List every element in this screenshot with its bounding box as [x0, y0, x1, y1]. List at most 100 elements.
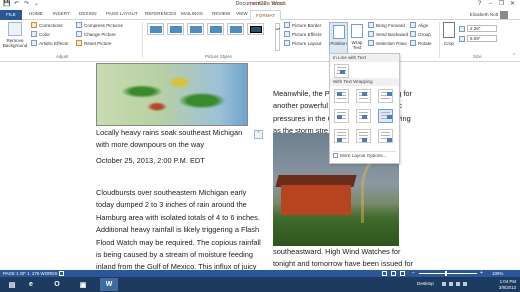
artistic-effects-icon [31, 40, 37, 46]
zoom-thumb[interactable] [445, 271, 447, 276]
tab-file[interactable]: FILE [0, 10, 22, 20]
more-layout-options[interactable]: More Layout Options... [333, 153, 386, 158]
gallery-more-button[interactable]: ▴▾ [275, 23, 280, 51]
wrap-option-top-right[interactable] [378, 89, 393, 103]
send-backward-label: Send Backward [376, 31, 409, 37]
collapse-ribbon-icon[interactable]: ⌃ [512, 53, 516, 59]
zoom-slider[interactable]: – + [412, 270, 488, 277]
wrap-option-bottom-left[interactable] [334, 129, 349, 143]
wrap-text-label: Wrap Text [351, 40, 363, 50]
document-canvas[interactable]: Locally heavy rains soak southeast Michi… [0, 63, 520, 284]
user-name[interactable]: Elizabeth Nolt [470, 12, 498, 17]
web-layout-icon[interactable] [400, 271, 405, 276]
body-line: Meanwhile, the P [273, 89, 330, 98]
read-mode-icon[interactable] [382, 271, 387, 276]
flag-icon[interactable] [463, 282, 467, 286]
picture-style-option[interactable] [147, 23, 164, 35]
wrap-option-top-left[interactable] [334, 89, 349, 103]
zoom-out-button[interactable]: – [412, 270, 415, 277]
tab-mailings[interactable]: MAILINGS [181, 11, 203, 16]
width-input[interactable]: 5.09" [467, 35, 497, 42]
compress-pictures-button[interactable]: Compress Pictures [76, 22, 123, 28]
file-explorer-icon[interactable]: ▤ [3, 278, 21, 291]
tray-arrow-icon[interactable] [442, 282, 446, 286]
artistic-effects-label: Artistic Effects [39, 40, 69, 46]
image-caption[interactable]: Locally heavy rains soak southeast Michi… [96, 127, 256, 152]
picture-border-button[interactable]: Picture Border [284, 22, 321, 28]
reset-picture-icon [76, 40, 82, 46]
close-button[interactable]: ✕ [507, 0, 518, 9]
selection-pane-label: Selection Pane [376, 40, 407, 46]
crop-button[interactable]: Crop [442, 22, 456, 46]
wrap-option-middle-center[interactable] [356, 109, 371, 123]
view-buttons [382, 270, 405, 276]
send-backward-button[interactable]: Send Backward [368, 31, 408, 37]
desktop-toolbar-label[interactable]: Desktop [417, 281, 434, 286]
bring-forward-button[interactable]: Bring Forward [368, 22, 405, 28]
dateline[interactable]: October 25, 2013, 2:00 P.M. EDT [96, 155, 256, 167]
zoom-in-button[interactable]: + [480, 270, 483, 277]
remove-background-button[interactable]: Remove Background [2, 22, 28, 48]
tab-design[interactable]: DESIGN [79, 11, 97, 16]
selection-pane-button[interactable]: Selection Pane [368, 40, 407, 46]
reset-picture-button[interactable]: Reset Picture [76, 40, 112, 46]
group-label: Group [418, 31, 431, 37]
help-button[interactable]: ? [474, 0, 485, 9]
picture-style-option[interactable] [227, 23, 244, 35]
picture-style-option[interactable] [207, 23, 224, 35]
rotate-button[interactable]: Rotate [410, 40, 432, 46]
height-input[interactable]: 2.26" [467, 25, 497, 32]
send-backward-icon [368, 31, 374, 37]
word-count[interactable]: 276 WORDS [32, 270, 57, 277]
clock[interactable]: 1:04 PM 3/9/2013 [499, 279, 516, 290]
picture-effects-button[interactable]: Picture Effects [284, 31, 322, 37]
wrap-text-button[interactable]: Wrap Text [349, 22, 365, 54]
wrap-option-middle-left[interactable] [334, 109, 349, 123]
position-button[interactable]: Position [329, 22, 348, 54]
artistic-effects-button[interactable]: Artistic Effects [31, 40, 68, 46]
adjust-group-label: Adjust [56, 54, 69, 59]
avatar[interactable] [500, 11, 508, 19]
zoom-track[interactable] [419, 273, 477, 274]
layout-options-icon[interactable]: ⌃ [254, 130, 263, 139]
media-player-icon[interactable]: ▣ [74, 278, 92, 291]
picture-layout-button[interactable]: Picture Layout [284, 40, 321, 46]
page-count[interactable]: PAGE 1 OF 1 [3, 270, 30, 277]
menu-divider [333, 151, 396, 152]
color-button[interactable]: Color [31, 31, 50, 37]
menu-heading-inline: In Line with Text [330, 54, 399, 62]
tab-format[interactable]: FORMAT [250, 10, 282, 20]
zoom-level[interactable]: 100% [492, 270, 503, 277]
group-button[interactable]: Group [410, 31, 431, 37]
picture-style-option[interactable] [187, 23, 204, 35]
wrap-option-top-center[interactable] [356, 89, 371, 103]
minimize-button[interactable]: – [485, 0, 496, 9]
wrap-text-menu: In Line with Text With Text Wrapping Mor… [329, 53, 400, 164]
wrap-option-bottom-center[interactable] [356, 129, 371, 143]
tab-insert[interactable]: INSERT [53, 11, 70, 16]
volume-icon[interactable] [456, 282, 460, 286]
restore-button[interactable]: ❐ [496, 0, 507, 9]
tab-references[interactable]: REFERENCES [145, 11, 176, 16]
radar-map-image[interactable] [96, 63, 248, 126]
tab-review[interactable]: REVIEW [212, 11, 230, 16]
picture-style-option[interactable] [247, 23, 264, 35]
print-layout-icon[interactable] [391, 271, 396, 276]
tab-view[interactable]: VIEW [236, 11, 248, 16]
title-bar: 💾 ↶ ↷ ⌄ Document22 - Word PICTURE TOOLS … [0, 0, 520, 10]
outlook-icon[interactable]: O [48, 278, 66, 291]
corrections-button[interactable]: Corrections [31, 22, 63, 28]
proofing-icon[interactable] [59, 271, 64, 276]
wrap-option-bottom-right[interactable] [378, 129, 393, 143]
align-button[interactable]: Align [410, 22, 428, 28]
wrap-option-middle-right[interactable] [378, 109, 393, 123]
internet-explorer-icon[interactable]: e [22, 278, 40, 291]
tab-home[interactable]: HOME [29, 11, 43, 16]
change-picture-button[interactable]: Change Picture [76, 31, 116, 37]
wrap-inline-option[interactable] [334, 64, 349, 78]
network-icon[interactable] [449, 282, 453, 286]
word-icon[interactable]: W [100, 278, 118, 291]
rotate-label: Rotate [418, 40, 432, 46]
picture-style-option[interactable] [167, 23, 184, 35]
tab-page-layout[interactable]: PAGE LAYOUT [106, 11, 138, 16]
